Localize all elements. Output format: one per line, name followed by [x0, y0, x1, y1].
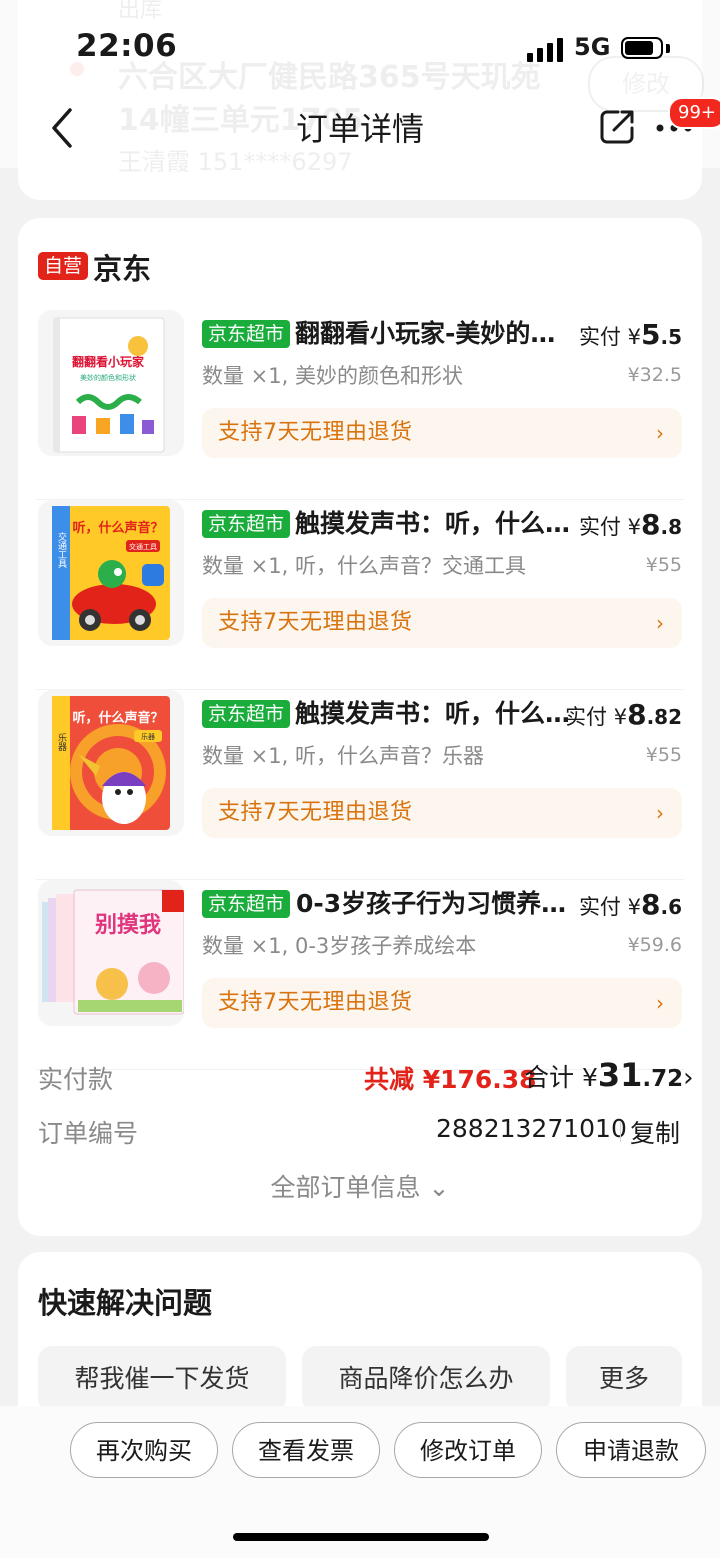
product-thumbnail[interactable]: 别摸我 [38, 880, 184, 1026]
return-policy-text: 支持7天无理由退货 [218, 800, 413, 825]
price-drop-button[interactable]: 商品降价怎么办 [302, 1346, 550, 1412]
chevron-right-icon: › [656, 991, 664, 1015]
thumb-title-text: 别摸我 [94, 913, 161, 938]
return-policy-bar[interactable]: 支持7天无理由退货 › [202, 788, 682, 838]
return-policy-bar[interactable]: 支持7天无理由退货 › [202, 598, 682, 648]
modify-order-button[interactable]: 修改订单 [394, 1422, 542, 1478]
more-issues-button[interactable]: 更多 [566, 1346, 682, 1412]
product-thumbnail[interactable]: 翻翻看小玩家 美妙的颜色和形状 [38, 310, 184, 456]
product-spec: 数量 ×1, 美妙的颜色和形状 [202, 364, 463, 388]
product-item[interactable]: 翻翻看小玩家 美妙的颜色和形状 京东超市 翻翻看小玩家-美妙的颜色和形状 实付 … [18, 310, 702, 500]
return-policy-text: 支持7天无理由退货 [218, 610, 413, 635]
paid-amount-label: 实付款 [38, 1065, 114, 1094]
network-label: 5G [574, 33, 611, 61]
paid-price: 实付 ¥8.8 [578, 508, 682, 541]
buy-again-button[interactable]: 再次购买 [70, 1422, 218, 1478]
thumb-label-text: 交通工具 [129, 542, 157, 551]
urge-shipment-button[interactable]: 帮我催一下发货 [38, 1346, 286, 1412]
notification-badge: 99+ [668, 97, 720, 129]
all-order-info-toggle[interactable]: 全部订单信息 ⌄ [18, 1168, 702, 1204]
order-number-label: 订单编号 [38, 1119, 139, 1148]
thumb-title-text: 听，什么声音？ [72, 710, 163, 726]
product-title[interactable]: 0-3岁孩子行为习惯养成绘本 [296, 884, 578, 920]
thumb-side-text: 交通工具 [56, 531, 67, 569]
battery-cap [666, 44, 670, 53]
product-spec: 数量 ×1, 听，什么声音？乐器 [202, 744, 484, 768]
home-indicator [233, 1533, 489, 1541]
chevron-right-icon: › [683, 1063, 694, 1093]
product-item[interactable]: 交通工具 听，什么声音？ 交通工具 京东超市 触摸发声书：听，什么声音？交通工具… [18, 500, 702, 690]
self-operated-tag: 自营 [38, 252, 89, 280]
total-discount[interactable]: 共减 ¥176.38 [364, 1060, 537, 1096]
jd-supermarket-tag: 京东超市 [202, 890, 291, 918]
jd-supermarket-tag: 京东超市 [202, 700, 291, 728]
order-total[interactable]: 合计 ¥31.72› [524, 1056, 694, 1094]
jd-supermarket-tag: 京东超市 [202, 510, 291, 538]
return-policy-bar[interactable]: 支持7天无理由退货 › [202, 978, 682, 1028]
return-policy-bar[interactable]: 支持7天无理由退货 › [202, 408, 682, 458]
product-item[interactable]: 乐器 听，什么声音？ 乐器 京东超市 触摸发声书：听，什么声音？乐器 实付 ¥8… [18, 690, 702, 880]
thumb-title-text: 听，什么声音？ [72, 520, 163, 536]
thumb-title-text: 翻翻看小玩家 [72, 354, 145, 369]
product-thumbnail[interactable]: 乐器 听，什么声音？ 乐器 [38, 690, 184, 836]
jd-supermarket-tag: 京东超市 [202, 320, 291, 348]
address-tag: 出库 [118, 0, 163, 23]
chevron-right-icon: › [656, 611, 664, 635]
thumb-label-text: 乐器 [141, 732, 155, 741]
signal-icon [527, 38, 563, 62]
product-title[interactable]: 翻翻看小玩家-美妙的颜色和形状 [295, 314, 577, 350]
view-invoice-button[interactable]: 查看发票 [232, 1422, 380, 1478]
order-card: 自营 京东 翻翻看小玩家 美妙的颜色和形状 京东超市 翻翻看小玩家-美妙的颜色和… [18, 218, 702, 1236]
battery-level [625, 41, 653, 55]
copy-order-number-button[interactable]: 复制 [630, 1114, 680, 1150]
original-price: ¥59.6 [627, 934, 682, 956]
shop-name[interactable]: 京东 [93, 246, 151, 288]
chevron-right-icon: › [656, 421, 664, 445]
product-spec: 数量 ×1, 听，什么声音？交通工具 [202, 554, 526, 578]
location-dot-icon [70, 62, 84, 76]
battery-icon [621, 37, 663, 59]
product-item[interactable]: 别摸我 京东超市 0-3岁孩子行为习惯养成绘本 实付 ¥8.6 数量 ×1, 0… [18, 880, 702, 1070]
product-title[interactable]: 触摸发声书：听，什么声音？乐器 [295, 694, 577, 730]
thumb-side-text: 乐器 [56, 732, 67, 751]
chevron-right-icon: › [656, 801, 664, 825]
product-thumbnail[interactable]: 交通工具 听，什么声音？ 交通工具 [38, 500, 184, 646]
paid-price: 实付 ¥5.5 [578, 318, 682, 351]
paid-price: 实付 ¥8.82 [565, 698, 682, 731]
quick-solve-title: 快速解决问题 [38, 1286, 213, 1320]
request-refund-button[interactable]: 申请退款 [556, 1422, 706, 1478]
original-price: ¥55 [645, 554, 682, 576]
share-icon[interactable] [598, 106, 638, 146]
product-title[interactable]: 触摸发声书：听，什么声音？交通工具 [295, 504, 577, 540]
original-price: ¥32.5 [627, 364, 682, 386]
paid-price: 实付 ¥8.6 [578, 888, 682, 921]
status-time: 22:06 [76, 28, 178, 64]
thumb-sub-text: 美妙的颜色和形状 [80, 373, 136, 382]
divider [620, 1122, 621, 1142]
return-policy-text: 支持7天无理由退货 [218, 990, 413, 1015]
original-price: ¥55 [645, 744, 682, 766]
product-spec: 数量 ×1, 0-3岁孩子养成绘本 [202, 934, 477, 958]
order-number: 288213271010 [436, 1114, 627, 1143]
address-line-1: 六合区大厂健民路365号天玑苑 [118, 60, 541, 95]
return-policy-text: 支持7天无理由退货 [218, 420, 413, 445]
